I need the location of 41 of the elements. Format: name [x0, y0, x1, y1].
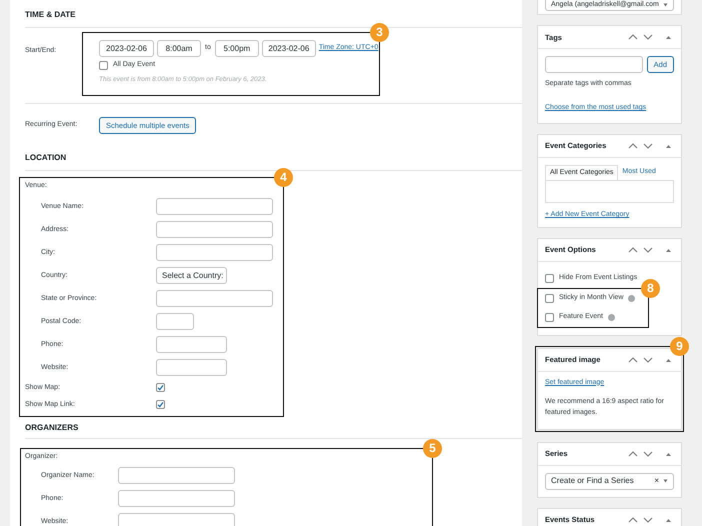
- checkbox[interactable]: [156, 400, 165, 410]
- input-field[interactable]: [156, 359, 227, 376]
- callout-badge: 4: [274, 168, 293, 187]
- input-field[interactable]: [156, 244, 273, 262]
- callout-badge: 3: [370, 23, 389, 42]
- series-select[interactable]: Create or Find a Series ×: [545, 472, 674, 490]
- section-heading: ORGANIZERS: [25, 417, 522, 439]
- input-field[interactable]: 2023-02-06: [99, 40, 154, 57]
- checkbox[interactable]: [545, 294, 554, 303]
- input-field[interactable]: [118, 513, 235, 526]
- panel-controls-icon[interactable]: [628, 356, 674, 364]
- input-field[interactable]: [118, 467, 235, 484]
- clear-icon[interactable]: ×: [654, 476, 659, 486]
- caret-icon: [663, 3, 668, 7]
- panel-controls-icon[interactable]: [628, 246, 674, 254]
- section-heading: LOCATION: [25, 146, 522, 171]
- panel-controls-icon[interactable]: [628, 142, 674, 150]
- help-icon: [628, 294, 636, 302]
- input-field[interactable]: [156, 221, 273, 238]
- input-field[interactable]: [156, 290, 273, 308]
- input-field[interactable]: 8:00am: [157, 40, 201, 57]
- input-field[interactable]: 2023-02-06: [262, 40, 316, 57]
- input-field[interactable]: [118, 490, 235, 508]
- input-field[interactable]: [156, 198, 273, 216]
- input-field[interactable]: 5:00pm: [214, 40, 259, 57]
- checkbox[interactable]: [99, 61, 108, 70]
- caret-icon: [663, 479, 668, 484]
- panel-controls-icon[interactable]: [628, 33, 674, 41]
- checkbox[interactable]: [545, 274, 554, 283]
- callout-badge: 5: [423, 439, 442, 458]
- checkbox[interactable]: [545, 312, 554, 322]
- panel-controls-icon[interactable]: [628, 450, 674, 458]
- callout-badge: 9: [670, 336, 689, 356]
- help-icon: [608, 314, 615, 321]
- panel-controls-icon[interactable]: [628, 516, 674, 524]
- tag-input[interactable]: [545, 56, 643, 73]
- callout-badge: 8: [641, 278, 660, 298]
- checkbox[interactable]: [156, 383, 165, 392]
- country-select[interactable]: Select a Country:: [156, 267, 227, 284]
- input-field[interactable]: [156, 336, 227, 354]
- input-field[interactable]: [156, 313, 194, 330]
